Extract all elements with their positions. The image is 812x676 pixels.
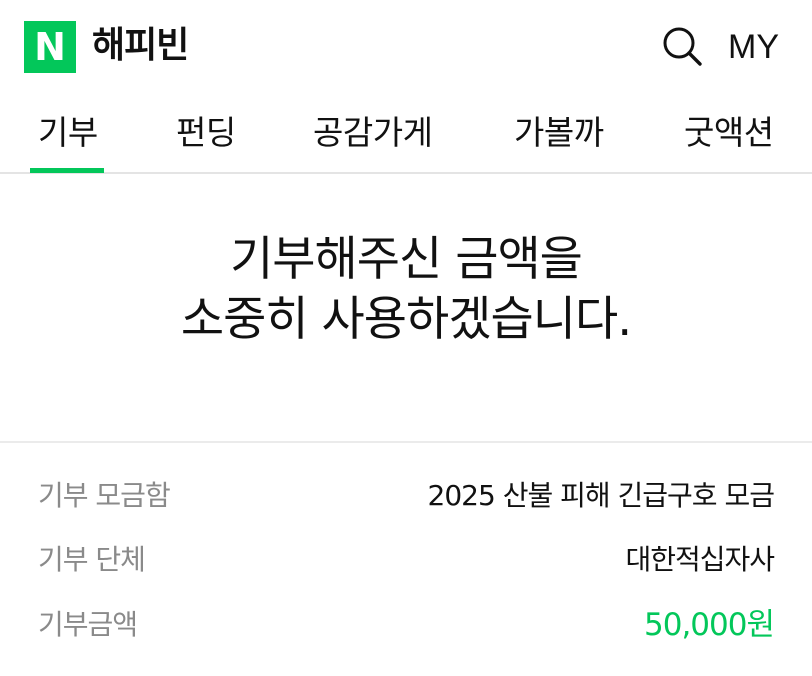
section-divider [0,441,812,443]
detail-row-fundbox: 기부 모금함 2025 산불 피해 긴급구호 모금 [0,474,812,522]
app-header: N 해피빈 MY [0,0,812,95]
my-button[interactable]: MY [728,26,779,68]
search-icon [663,27,702,66]
tab-good-action[interactable]: 굿액션 [684,111,774,155]
amount-label: 기부금액 [38,608,138,641]
organization-value: 대한적십자사 [625,543,775,576]
active-tab-indicator [30,168,104,173]
fundbox-value: 2025 산불 피해 긴급구호 모금 [427,479,775,512]
tab-funding[interactable]: 펀딩 [176,111,236,155]
tab-donation[interactable]: 기부 [38,111,98,155]
search-button[interactable] [660,24,706,70]
thank-you-line-2: 소중히 사용하겠습니다. [180,292,632,347]
detail-row-organization: 기부 단체 대한적십자사 [0,538,812,586]
thank-you-message: 기부해주신 금액을 소중히 사용하겠습니다. [0,230,812,350]
thank-you-line-1: 기부해주신 금액을 [230,232,583,287]
amount-value: 50,000원 [644,607,775,643]
fundbox-label: 기부 모금함 [38,479,171,512]
detail-row-amount: 기부금액 50,000원 [0,603,812,651]
main-tabs: 기부 펀딩 공감가게 가볼까 굿액션 [0,95,812,174]
tab-empathy-store[interactable]: 공감가게 [313,111,433,155]
logo-letter: N [34,25,66,69]
organization-label: 기부 단체 [38,543,146,576]
brand-title[interactable]: 해피빈 [92,22,189,70]
tab-gabolkka[interactable]: 가볼까 [514,111,604,155]
naver-logo[interactable]: N [24,21,76,73]
